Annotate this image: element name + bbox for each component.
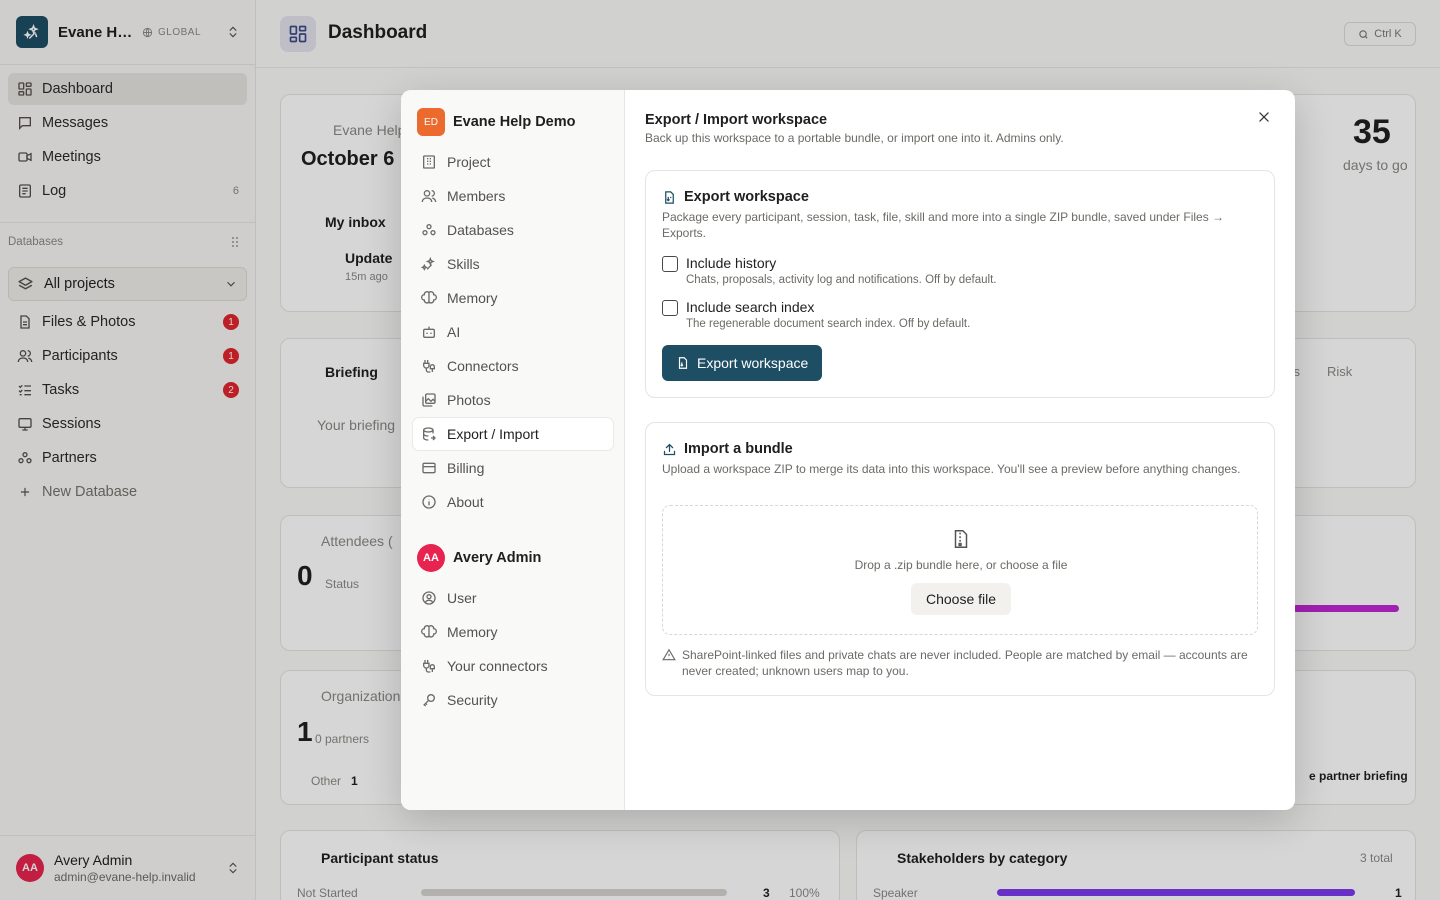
file-export-icon — [662, 190, 677, 205]
bot-icon — [421, 324, 439, 340]
photos-icon — [421, 392, 439, 408]
export-button-label: Export workspace — [697, 355, 809, 371]
settings-item-user-memory[interactable]: Memory — [413, 616, 613, 648]
user-settings-group: AA Avery Admin — [417, 544, 541, 572]
settings-item-label: Project — [447, 154, 491, 170]
workspace-group-title: Evane Help Demo — [453, 114, 576, 130]
settings-item-your-connectors[interactable]: Your connectors — [413, 650, 613, 682]
import-note: SharePoint-linked files and private chat… — [662, 647, 1258, 679]
choose-file-button[interactable]: Choose file — [911, 583, 1011, 615]
modal-subtitle: Back up this workspace to a portable bun… — [645, 131, 1064, 145]
settings-item-label: Export / Import — [447, 426, 539, 442]
settings-item-label: Members — [447, 188, 506, 204]
settings-item-connectors[interactable]: Connectors — [413, 350, 613, 382]
plug-icon — [421, 658, 439, 674]
user-group-title: Avery Admin — [453, 550, 542, 566]
user-circle-icon — [421, 590, 439, 606]
settings-modal: ED Evane Help Demo Project Members Datab… — [401, 90, 1295, 810]
settings-sidebar: ED Evane Help Demo Project Members Datab… — [401, 90, 625, 810]
include-search-index-checkbox[interactable] — [662, 300, 678, 316]
export-heading-text: Export workspace — [684, 189, 809, 205]
export-import-panel: Export / Import workspace Back up this w… — [625, 90, 1295, 810]
include-search-index-text: Include search index The regenerable doc… — [686, 299, 970, 330]
settings-item-security[interactable]: Security — [413, 684, 613, 716]
settings-item-memory[interactable]: Memory — [413, 282, 613, 314]
dropzone-text: Drop a .zip bundle here, or choose a fil… — [854, 558, 1068, 572]
database-export-icon — [421, 426, 439, 442]
brain-icon — [421, 290, 439, 306]
settings-item-export-import[interactable]: Export / Import — [413, 418, 613, 450]
option-label: Include search index — [686, 299, 815, 315]
warning-icon — [662, 648, 676, 679]
option-label: Include history — [686, 255, 777, 271]
export-heading: Export workspace — [662, 189, 809, 205]
settings-item-label: Databases — [447, 222, 514, 238]
settings-item-label: Photos — [447, 392, 491, 408]
settings-item-label: Memory — [447, 290, 498, 306]
databases-icon — [421, 222, 439, 238]
import-heading-text: Import a bundle — [684, 441, 793, 457]
import-note-text: SharePoint-linked files and private chat… — [682, 648, 1248, 678]
export-description: Package every participant, session, task… — [662, 210, 1225, 240]
include-history-checkbox[interactable] — [662, 256, 678, 272]
workspace-badge: ED — [417, 108, 445, 136]
import-description: Upload a workspace ZIP to merge its data… — [662, 462, 1241, 476]
upload-icon — [662, 442, 677, 457]
workspace-settings-nav: Project Members Databases Skills Memory … — [413, 146, 613, 520]
export-workspace-button[interactable]: Export workspace — [662, 345, 823, 381]
include-history-option[interactable]: Include history Chats, proposals, activi… — [662, 255, 996, 286]
settings-item-label: Memory — [447, 624, 498, 640]
settings-item-user[interactable]: User — [413, 582, 613, 614]
info-icon — [421, 494, 439, 510]
settings-item-project[interactable]: Project — [413, 146, 613, 178]
settings-item-label: User — [447, 590, 477, 606]
user-settings-nav: User Memory Your connectors Security — [413, 582, 613, 718]
settings-item-label: AI — [447, 324, 461, 340]
avatar: AA — [417, 544, 445, 572]
option-hint: Chats, proposals, activity log and notif… — [686, 274, 997, 286]
modal-title: Export / Import workspace — [645, 112, 828, 128]
settings-item-about[interactable]: About — [413, 486, 613, 518]
users-icon — [421, 188, 439, 204]
key-icon — [421, 692, 439, 708]
building-icon — [421, 154, 439, 170]
settings-item-label: Skills — [447, 256, 480, 272]
brain-icon — [421, 624, 439, 640]
import-heading: Import a bundle — [662, 441, 793, 457]
settings-item-billing[interactable]: Billing — [413, 452, 613, 484]
settings-item-databases[interactable]: Databases — [413, 214, 613, 246]
settings-item-label: Security — [447, 692, 498, 708]
include-search-index-option[interactable]: Include search index The regenerable doc… — [662, 299, 970, 330]
zip-dropzone[interactable]: Drop a .zip bundle here, or choose a fil… — [662, 505, 1258, 635]
plug-icon — [421, 358, 439, 374]
settings-item-label: Billing — [447, 460, 485, 476]
card-icon — [421, 460, 439, 476]
settings-item-skills[interactable]: Skills — [413, 248, 613, 280]
sparkle-icon — [421, 256, 439, 272]
option-hint: The regenerable document search index. O… — [686, 318, 971, 330]
settings-item-ai[interactable]: AI — [413, 316, 613, 348]
import-section: Import a bundle Upload a workspace ZIP t… — [645, 422, 1275, 696]
workspace-settings-group: ED Evane Help Demo — [417, 108, 576, 136]
settings-item-photos[interactable]: Photos — [413, 384, 613, 416]
export-section: Export workspace Package every participa… — [645, 170, 1275, 398]
file-export-icon — [676, 356, 690, 370]
settings-item-members[interactable]: Members — [413, 180, 613, 212]
include-history-text: Include history Chats, proposals, activi… — [686, 255, 996, 286]
settings-item-label: Connectors — [447, 358, 519, 374]
settings-item-label: About — [447, 494, 484, 510]
file-zip-icon — [950, 528, 972, 550]
settings-item-label: Your connectors — [447, 658, 548, 674]
close-icon[interactable] — [1257, 110, 1271, 124]
